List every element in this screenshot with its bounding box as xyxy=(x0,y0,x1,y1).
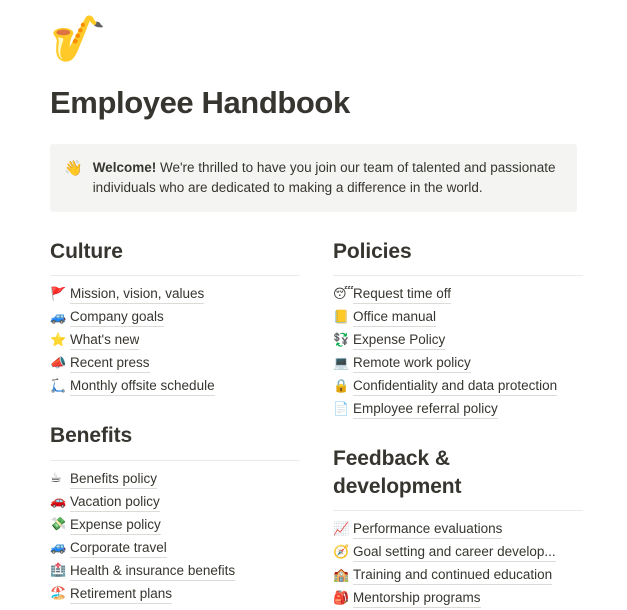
list-item[interactable]: 🚙 Corporate travel xyxy=(50,537,300,560)
list-item[interactable]: 💸 Expense policy xyxy=(50,514,300,537)
welcome-callout-text: Welcome! We're thrilled to have you join… xyxy=(93,158,561,198)
page-link[interactable]: Health & insurance benefits xyxy=(70,562,236,581)
section-heading: Culture xyxy=(50,240,123,264)
section-divider xyxy=(50,275,300,277)
hospital-emoji: 🏥 xyxy=(50,563,67,579)
left-column: Culture 🚩 Mission, vision, values 🚙 Company … xyxy=(50,238,300,610)
laptop-emoji: 💻 xyxy=(333,355,350,371)
page-link[interactable]: Vacation policy xyxy=(70,493,160,512)
page-title: Employee Handbook xyxy=(50,85,350,120)
page-link[interactable]: Confidentiality and data protection xyxy=(353,377,558,397)
page-link[interactable]: Expense Policy xyxy=(353,331,446,351)
page-link[interactable]: Office manual xyxy=(353,308,437,328)
kick-scooter-emoji: 🛴 xyxy=(50,378,67,394)
page-link[interactable]: Request time off xyxy=(353,285,452,305)
sleeping-face-emoji: 😴 xyxy=(333,286,354,302)
link-list: ☕ Benefits policy 🚗 Vacation policy 💸 Expense… xyxy=(50,468,300,606)
list-item[interactable]: 📈 Performance evaluations xyxy=(333,518,583,541)
link-list: 🚩 Mission, vision, values 🚙 Company goals ⭐ W… xyxy=(50,283,300,398)
right-column: Policies 😴 Request time off 📒 Office manual 💱… xyxy=(333,238,583,610)
list-item[interactable]: 📄 Employee referral policy xyxy=(333,398,583,421)
page-link[interactable]: Goal setting and career develop... xyxy=(353,543,556,563)
section-culture: Culture 🚩 Mission, vision, values 🚙 Company … xyxy=(50,238,300,398)
section-heading: Feedback & development xyxy=(333,447,462,498)
triangular-flag-emoji: 🚩 xyxy=(50,286,67,302)
list-item[interactable]: ⭐ What's new xyxy=(50,329,300,352)
link-list: 😴 Request time off 📒 Office manual 💱 Expense … xyxy=(333,283,583,421)
currency-exchange-emoji: 💱 xyxy=(333,332,350,348)
welcome-callout: 👋 Welcome! We're thrilled to have you jo… xyxy=(50,144,577,213)
page-link[interactable]: What's new xyxy=(70,331,140,351)
page-link[interactable]: Performance evaluations xyxy=(353,520,503,540)
list-item[interactable]: 😴 Request time off xyxy=(333,283,583,306)
list-item[interactable]: 🧭 Goal setting and career develop... xyxy=(333,541,583,564)
list-item[interactable]: 🚩 Mission, vision, values xyxy=(50,283,300,306)
compass-emoji: 🧭 xyxy=(333,544,350,560)
school-emoji: 🏫 xyxy=(333,567,350,583)
page-link[interactable]: Company goals xyxy=(70,308,164,328)
list-item[interactable]: ☕ Benefits policy xyxy=(50,468,300,491)
sport-utility-vehicle-emoji: 🚙 xyxy=(50,309,67,325)
list-item[interactable]: 🏥 Health & insurance benefits xyxy=(50,560,300,583)
section-heading: Policies xyxy=(333,240,412,264)
section-benefits: Benefits ☕ Benefits policy 🚗 Vacation policy… xyxy=(50,422,300,605)
waving-hand-emoji: 👋 xyxy=(64,159,83,178)
welcome-body-text: We're thrilled to have you join our team… xyxy=(92,160,556,196)
section-divider xyxy=(333,510,583,512)
list-item[interactable]: 🏖️ Retirement plans xyxy=(50,583,300,606)
list-item[interactable]: 💻 Remote work policy xyxy=(333,352,583,375)
page-link[interactable]: Recent press xyxy=(70,354,150,374)
automobile-emoji: 🚗 xyxy=(50,494,67,510)
list-item[interactable]: 💱 Expense Policy xyxy=(333,329,583,352)
page-link[interactable]: Remote work policy xyxy=(353,354,471,374)
section-divider xyxy=(50,459,300,461)
page-link[interactable]: Training and continued education xyxy=(353,566,553,586)
content-columns: Culture 🚩 Mission, vision, values 🚙 Company … xyxy=(50,238,583,610)
section-feedback-development: Feedback & development 📈 Performance evalu… xyxy=(333,445,583,610)
list-item[interactable]: 📣 Recent press xyxy=(50,352,300,375)
page-link[interactable]: Monthly offsite schedule xyxy=(70,377,215,397)
list-item[interactable]: 🛴 Monthly offsite schedule xyxy=(50,375,300,398)
section-divider xyxy=(333,275,583,277)
locked-emoji: 🔒 xyxy=(333,378,350,394)
ledger-emoji: 📒 xyxy=(333,309,350,325)
megaphone-emoji: 📣 xyxy=(50,355,67,371)
welcome-bold-prefix: Welcome! xyxy=(92,160,157,176)
list-item[interactable]: 🏫 Training and continued education xyxy=(333,564,583,587)
list-item[interactable]: 📒 Office manual xyxy=(333,306,583,329)
list-item[interactable]: 🚙 Company goals xyxy=(50,306,300,329)
saxophone-emoji[interactable]: 🎷 xyxy=(50,0,577,80)
page-link[interactable]: Expense policy xyxy=(70,516,161,535)
list-item[interactable]: 🎒 Mentorship programs xyxy=(333,587,583,610)
page-link[interactable]: Employee referral policy xyxy=(353,400,498,420)
money-with-wings-emoji: 💸 xyxy=(50,517,67,533)
page-link[interactable]: Mentorship programs xyxy=(353,589,481,609)
page-facing-up-emoji: 📄 xyxy=(333,401,350,417)
link-list: 📈 Performance evaluations 🧭 Goal setting an… xyxy=(333,518,583,610)
section-policies: Policies 😴 Request time off 📒 Office manual 💱… xyxy=(333,238,583,421)
page-link[interactable]: Mission, vision, values xyxy=(70,285,205,305)
list-item[interactable]: 🔒 Confidentiality and data protection xyxy=(333,375,583,398)
chart-increasing-emoji: 📈 xyxy=(333,521,350,537)
section-heading: Benefits xyxy=(50,424,133,448)
handbook-page: 🎷 Employee Handbook 👋 Welcome! We're thr… xyxy=(0,0,627,609)
page-link[interactable]: Corporate travel xyxy=(70,539,167,558)
backpack-emoji: 🎒 xyxy=(333,590,350,606)
list-item[interactable]: 🚗 Vacation policy xyxy=(50,491,300,514)
sport-utility-vehicle-emoji: 🚙 xyxy=(50,540,67,556)
star-emoji: ⭐ xyxy=(50,332,67,348)
page-link[interactable]: Benefits policy xyxy=(70,470,158,489)
hot-beverage-emoji: ☕ xyxy=(50,471,62,487)
